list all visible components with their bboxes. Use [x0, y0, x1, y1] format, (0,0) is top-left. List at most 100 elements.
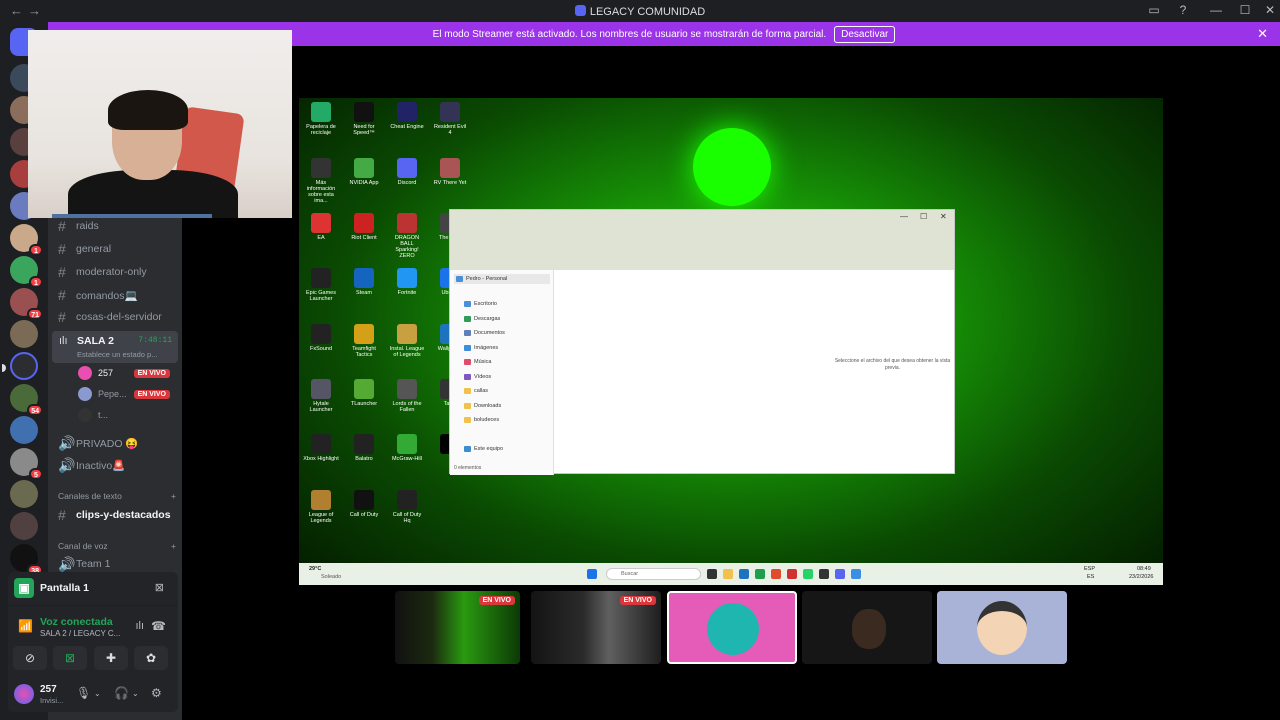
- server-icon[interactable]: 38: [10, 544, 43, 576]
- channel-general[interactable]: # general: [58, 239, 180, 259]
- voice-connected-label[interactable]: Voz conectada: [40, 616, 113, 628]
- help-icon[interactable]: ?: [1173, 3, 1193, 17]
- desktop-icon[interactable]: Riot Client: [346, 213, 382, 241]
- voice-status[interactable]: Establece un estado p...: [77, 350, 157, 359]
- noise-suppression-icon[interactable]: ılı: [135, 620, 144, 632]
- channel-privado[interactable]: 🔊 PRIVADO 😝: [58, 433, 180, 453]
- desktop-icon[interactable]: Call of Duty Hq: [389, 490, 425, 524]
- screen-share-button[interactable]: ⊠: [53, 646, 87, 670]
- stream-thumbnail[interactable]: EN VIVO: [531, 591, 661, 664]
- stream-thumbnail[interactable]: [802, 591, 932, 664]
- camera-off-button[interactable]: ⊘: [13, 646, 47, 670]
- app-icon[interactable]: [819, 569, 829, 579]
- browser-icon[interactable]: [771, 569, 781, 579]
- sidebar-item[interactable]: Imágenes: [464, 345, 498, 351]
- sidebar-item[interactable]: Escritorio: [464, 301, 497, 307]
- channel-moderator-only[interactable]: # moderator-only: [58, 262, 180, 282]
- desktop-icon[interactable]: NVIDIA App: [346, 158, 382, 186]
- desktop-icon[interactable]: Más información sobre esta ima...: [303, 158, 339, 204]
- app-icon[interactable]: [755, 569, 765, 579]
- desktop-icon[interactable]: Hytale Launcher: [303, 379, 339, 413]
- back-icon[interactable]: ←: [10, 3, 23, 18]
- windows-start-icon[interactable]: [587, 569, 597, 579]
- microphone-icon[interactable]: 🎙: [76, 686, 91, 700]
- desktop-icon[interactable]: RV There Yet: [432, 158, 468, 186]
- server-icon[interactable]: [10, 512, 38, 540]
- soundboard-button[interactable]: ✿: [134, 646, 168, 670]
- channel-clips-y-destacados[interactable]: # clips-y-destacados: [58, 505, 180, 525]
- gear-icon[interactable]: ⚙: [151, 686, 162, 700]
- sidebar-item[interactable]: boludeces: [464, 417, 499, 423]
- server-icon[interactable]: [10, 320, 38, 348]
- desktop-icon[interactable]: TLauncher: [346, 379, 382, 407]
- desktop-icon[interactable]: Balatro: [346, 434, 382, 462]
- desktop-icon[interactable]: DRAGON BALL Sparking! ZERO: [389, 213, 425, 259]
- voice-user[interactable]: Pepe... EN VIVO: [78, 385, 178, 403]
- minimize-button[interactable]: —: [1206, 3, 1226, 17]
- chevron-down-icon[interactable]: ⌄: [94, 689, 101, 698]
- stop-share-icon[interactable]: ⊠: [155, 581, 164, 594]
- channel-team-1[interactable]: 🔊 Team 1: [58, 554, 180, 574]
- stream-thumbnail[interactable]: [667, 591, 797, 664]
- server-icon[interactable]: 5: [10, 448, 43, 480]
- app-icon[interactable]: [851, 569, 861, 579]
- active-server-icon[interactable]: [2, 352, 38, 380]
- desktop-icon[interactable]: Fortnite: [389, 268, 425, 296]
- desktop-icon[interactable]: Xbox Highlight: [303, 434, 339, 462]
- weather-temp[interactable]: 29°C: [309, 566, 321, 572]
- desktop-icon[interactable]: Instal. League of Legends: [389, 324, 425, 358]
- disconnect-icon[interactable]: ☎: [151, 619, 166, 633]
- headphones-icon[interactable]: 🎧: [114, 686, 129, 700]
- add-channel-icon[interactable]: +: [171, 541, 176, 551]
- whatsapp-icon[interactable]: [803, 569, 813, 579]
- close-button[interactable]: ✕: [1260, 3, 1280, 17]
- close-button[interactable]: ✕: [940, 212, 947, 221]
- user-avatar[interactable]: [14, 684, 34, 704]
- desktop-icon[interactable]: Discord: [389, 158, 425, 186]
- discord-icon[interactable]: [835, 569, 845, 579]
- deactivate-button[interactable]: Desactivar: [834, 25, 896, 43]
- server-icon[interactable]: 54: [10, 384, 43, 416]
- sidebar-item[interactable]: Vídeos: [464, 374, 491, 380]
- store-icon[interactable]: [739, 569, 749, 579]
- desktop-icon[interactable]: Epic Games Launcher: [303, 268, 339, 302]
- minimize-button[interactable]: —: [900, 212, 908, 221]
- breadcrumb[interactable]: Pedro - Personal: [454, 274, 550, 284]
- desktop-icon[interactable]: Steam: [346, 268, 382, 296]
- desktop-icon[interactable]: Resident Evil 4: [432, 102, 468, 136]
- maximize-button[interactable]: ☐: [1235, 3, 1255, 17]
- desktop-icon[interactable]: Teamfight Tactics: [346, 324, 382, 358]
- desktop-icon[interactable]: FxSound: [303, 324, 339, 352]
- voice-channel-sala-2[interactable]: ılı SALA 2 7:48:11 Establece un estado p…: [52, 331, 178, 363]
- stream-view[interactable]: Papelera de reciclaje Need for Speed™ Chea…: [299, 98, 1163, 585]
- desktop-icon[interactable]: Lords of the Fallen: [389, 379, 425, 413]
- category-text[interactable]: Canales de texto +: [58, 491, 176, 501]
- channel-inactivo[interactable]: 🔊 Inactivo🚨: [58, 455, 180, 475]
- task-view-icon[interactable]: [707, 569, 717, 579]
- brave-icon[interactable]: [787, 569, 797, 579]
- voice-location[interactable]: SALA 2 / LEGACY C...: [40, 629, 120, 638]
- channel-raids[interactable]: # raids: [58, 216, 180, 236]
- activities-button[interactable]: ✚: [94, 646, 128, 670]
- maximize-button[interactable]: ☐: [920, 212, 927, 221]
- voice-user[interactable]: 257 EN VIVO: [78, 364, 178, 382]
- desktop-icon[interactable]: Papelera de reciclaje: [303, 102, 339, 136]
- category-voice[interactable]: Canal de voz +: [58, 541, 176, 551]
- desktop-icon[interactable]: Cheat Engine: [389, 102, 425, 130]
- user-name[interactable]: 257: [40, 684, 57, 695]
- chevron-down-icon[interactable]: ⌄: [132, 689, 139, 698]
- voice-user[interactable]: t...: [78, 406, 178, 424]
- lang-code[interactable]: ESP: [1084, 566, 1095, 572]
- desktop-icon[interactable]: Need for Speed™: [346, 102, 382, 136]
- close-banner-icon[interactable]: ✕: [1257, 26, 1268, 42]
- sidebar-item-este-equipo[interactable]: Este equipo: [464, 446, 503, 452]
- file-explorer-window[interactable]: — ☐ ✕ Pedro - Personal Escritorio Descarg…: [449, 209, 955, 475]
- server-icon[interactable]: 71: [10, 288, 43, 320]
- desktop-icon[interactable]: Call of Duty: [346, 490, 382, 518]
- sidebar-item[interactable]: Downloads: [464, 403, 501, 409]
- server-icon[interactable]: 1: [10, 256, 43, 288]
- inbox-icon[interactable]: ▭: [1144, 3, 1164, 17]
- desktop-icon[interactable]: League of Legends: [303, 490, 339, 524]
- forward-icon[interactable]: →: [28, 3, 41, 18]
- server-icon[interactable]: 1: [10, 224, 43, 256]
